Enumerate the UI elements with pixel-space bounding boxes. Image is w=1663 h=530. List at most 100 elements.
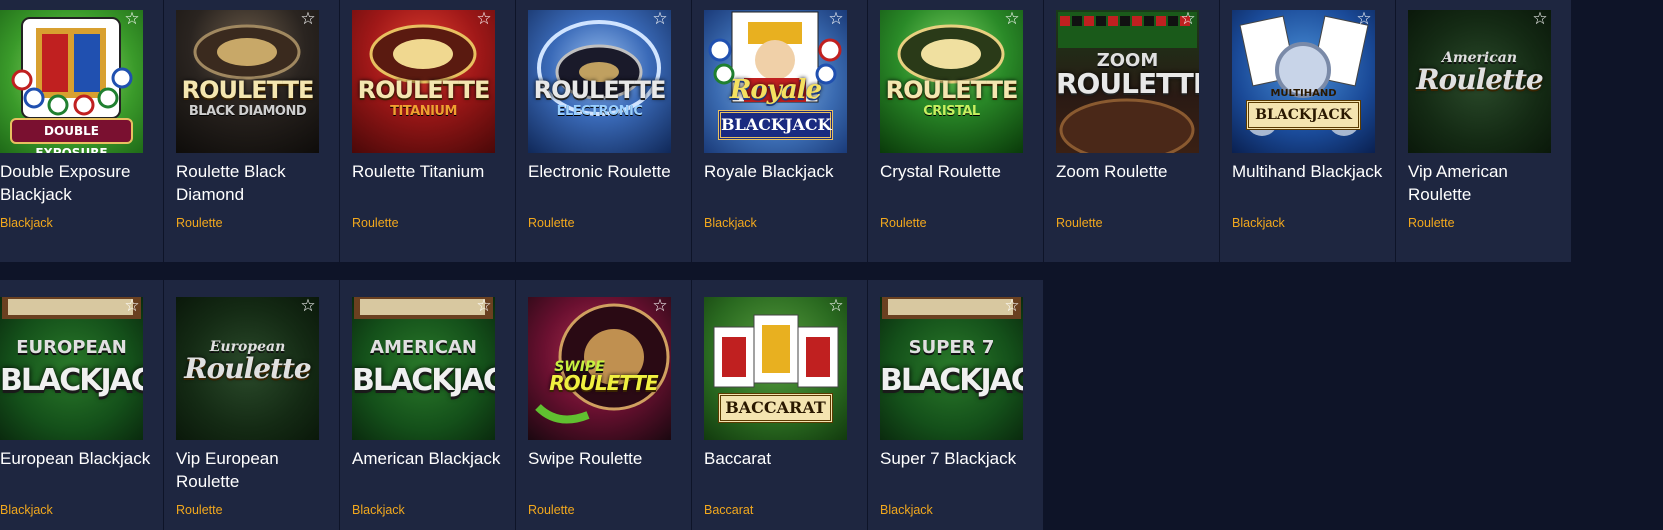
art-title: ROULETTE xyxy=(885,76,1019,104)
game-category: Blackjack xyxy=(0,503,53,517)
art-title: BLACKJACK xyxy=(880,363,1023,398)
favorite-star-icon[interactable]: ☆ xyxy=(651,297,669,315)
game-category: Roulette xyxy=(176,216,223,230)
game-card[interactable]: ROULETTE TITANIUM ☆ Roulette Titanium Ro… xyxy=(340,0,515,262)
game-thumbnail[interactable]: ZOOM ROULETTE ☆ xyxy=(1056,10,1199,153)
art-title: ROULETTE xyxy=(357,76,491,104)
art-subtitle: BLACK DIAMOND xyxy=(188,104,307,119)
game-category: Roulette xyxy=(1408,216,1455,230)
favorite-star-icon[interactable]: ☆ xyxy=(475,297,493,315)
game-card[interactable]: ZOOM ROULETTE ☆ Zoom Roulette Roulette xyxy=(1044,0,1219,262)
art-subtitle: TITANIUM xyxy=(390,104,457,119)
game-title[interactable]: Vip European Roulette xyxy=(176,447,336,493)
game-card[interactable]: AMERICAN BLACKJACK ☆ American Blackjack … xyxy=(340,280,515,530)
game-thumbnail[interactable]: BACCARAT ☆ xyxy=(704,297,847,440)
art-title: BLACKJACK xyxy=(0,363,143,398)
game-card[interactable]: SWIPE ROULETTE ☆ Swipe Roulette Roulette xyxy=(516,280,691,530)
art-title: ROULETTE xyxy=(549,371,658,395)
game-category: Roulette xyxy=(352,216,399,230)
game-title[interactable]: Multihand Blackjack xyxy=(1232,160,1392,183)
game-card[interactable]: European Roulette ☆ Vip European Roulett… xyxy=(164,280,339,530)
favorite-star-icon[interactable]: ☆ xyxy=(299,10,317,28)
game-card[interactable]: American Roulette ☆ Vip American Roulett… xyxy=(1396,0,1571,262)
game-thumbnail[interactable]: Royale BLACKJACK ☆ xyxy=(704,10,847,153)
art-pre-title: AMERICAN xyxy=(370,337,477,358)
game-card[interactable]: ROULETTE BLACK DIAMOND ☆ Roulette Black … xyxy=(164,0,339,262)
game-category: Blackjack xyxy=(1232,216,1285,230)
art-title: Roulette xyxy=(184,352,311,385)
favorite-star-icon[interactable]: ☆ xyxy=(651,10,669,28)
game-card[interactable]: BLACKJACK MULTIHAND ☆ Multihand Blackjac… xyxy=(1220,0,1395,262)
favorite-star-icon[interactable]: ☆ xyxy=(1003,297,1021,315)
game-title[interactable]: American Blackjack xyxy=(352,447,512,470)
art-title: Roulette xyxy=(1416,63,1543,96)
game-title[interactable]: Vip American Roulette xyxy=(1408,160,1568,206)
art-subtitle: CRISTAL xyxy=(923,104,980,119)
game-card[interactable]: SUPER 7 BLACKJACK ☆ Super 7 Blackjack Bl… xyxy=(868,280,1043,530)
game-category: Baccarat xyxy=(704,503,754,517)
game-thumbnail[interactable]: SWIPE ROULETTE ☆ xyxy=(528,297,671,440)
game-title[interactable]: European Blackjack xyxy=(0,447,160,470)
game-card[interactable]: BACCARAT ☆ Baccarat Baccarat xyxy=(692,280,867,530)
art-title: BLACKJACK xyxy=(1246,100,1361,130)
game-category: Blackjack xyxy=(0,216,53,230)
art-pre-title: EUROPEAN xyxy=(16,337,127,358)
game-card[interactable]: ROULETTE CRISTAL ☆ Crystal Roulette Roul… xyxy=(868,0,1043,262)
game-thumbnail[interactable]: BLACKJACK MULTIHAND ☆ xyxy=(1232,10,1375,153)
favorite-star-icon[interactable]: ☆ xyxy=(1179,10,1197,28)
game-title[interactable]: Double Exposure Blackjack xyxy=(0,160,160,206)
game-thumbnail[interactable]: ROULETTE BLACK DIAMOND ☆ xyxy=(176,10,319,153)
game-category: Roulette xyxy=(176,503,223,517)
game-title[interactable]: Swipe Roulette xyxy=(528,447,688,470)
art-title: ROULETTE xyxy=(533,76,667,104)
favorite-star-icon[interactable]: ☆ xyxy=(1003,10,1021,28)
game-card[interactable]: Royale BLACKJACK ☆ Royale Blackjack Blac… xyxy=(692,0,867,262)
favorite-star-icon[interactable]: ☆ xyxy=(123,297,141,315)
game-thumbnail[interactable]: European Roulette ☆ xyxy=(176,297,319,440)
game-thumbnail[interactable]: American Roulette ☆ xyxy=(1408,10,1551,153)
favorite-star-icon[interactable]: ☆ xyxy=(123,10,141,28)
game-card[interactable]: ROULETTE ELECTRONIC ☆ Electronic Roulett… xyxy=(516,0,691,262)
game-title[interactable]: Royale Blackjack xyxy=(704,160,864,183)
art-title: ROULETTE xyxy=(181,76,315,104)
game-title[interactable]: Electronic Roulette xyxy=(528,160,688,183)
game-title[interactable]: Roulette Titanium xyxy=(352,160,512,183)
game-title[interactable]: Zoom Roulette xyxy=(1056,160,1216,183)
art-title: BLACKJACK xyxy=(352,363,495,398)
art-title: Royale xyxy=(729,75,822,105)
game-category: Blackjack xyxy=(352,503,405,517)
game-thumbnail[interactable]: DOUBLE EXPOSURE ☆ xyxy=(0,10,143,153)
game-title[interactable]: Super 7 Blackjack xyxy=(880,447,1040,470)
game-thumbnail[interactable]: EUROPEAN BLACKJACK ☆ xyxy=(0,297,143,440)
art-subtitle: BLACKJACK xyxy=(718,110,833,140)
favorite-star-icon[interactable]: ☆ xyxy=(827,10,845,28)
game-title[interactable]: Roulette Black Diamond xyxy=(176,160,336,206)
favorite-star-icon[interactable]: ☆ xyxy=(1531,10,1549,28)
art-title: ROULETTE xyxy=(1056,67,1199,100)
game-thumbnail[interactable]: ROULETTE CRISTAL ☆ xyxy=(880,10,1023,153)
art-title: BACCARAT xyxy=(718,393,833,423)
game-category: Roulette xyxy=(528,216,575,230)
favorite-star-icon[interactable]: ☆ xyxy=(475,10,493,28)
game-grid: DOUBLE EXPOSURE ☆ Double Exposure Blackj… xyxy=(0,0,1663,530)
game-category: Roulette xyxy=(1056,216,1103,230)
game-thumbnail[interactable]: ROULETTE TITANIUM ☆ xyxy=(352,10,495,153)
cards-and-chips-graphic xyxy=(1239,15,1369,136)
art-pre-title: SUPER 7 xyxy=(908,337,995,358)
art-title: DOUBLE EXPOSURE xyxy=(10,118,133,153)
favorite-star-icon[interactable]: ☆ xyxy=(1355,10,1373,28)
favorite-star-icon[interactable]: ☆ xyxy=(299,297,317,315)
art-subtitle: ELECTRONIC xyxy=(556,104,643,119)
game-thumbnail[interactable]: SUPER 7 BLACKJACK ☆ xyxy=(880,297,1023,440)
game-title[interactable]: Baccarat xyxy=(704,447,864,470)
game-category: Roulette xyxy=(528,503,575,517)
game-title[interactable]: Crystal Roulette xyxy=(880,160,1040,183)
art-pre-title: MULTIHAND xyxy=(1270,88,1337,99)
game-category: Blackjack xyxy=(704,216,757,230)
game-thumbnail[interactable]: ROULETTE ELECTRONIC ☆ xyxy=(528,10,671,153)
game-thumbnail[interactable]: AMERICAN BLACKJACK ☆ xyxy=(352,297,495,440)
game-category: Blackjack xyxy=(880,503,933,517)
game-card[interactable]: DOUBLE EXPOSURE ☆ Double Exposure Blackj… xyxy=(0,0,163,262)
favorite-star-icon[interactable]: ☆ xyxy=(827,297,845,315)
game-card[interactable]: EUROPEAN BLACKJACK ☆ European Blackjack … xyxy=(0,280,163,530)
